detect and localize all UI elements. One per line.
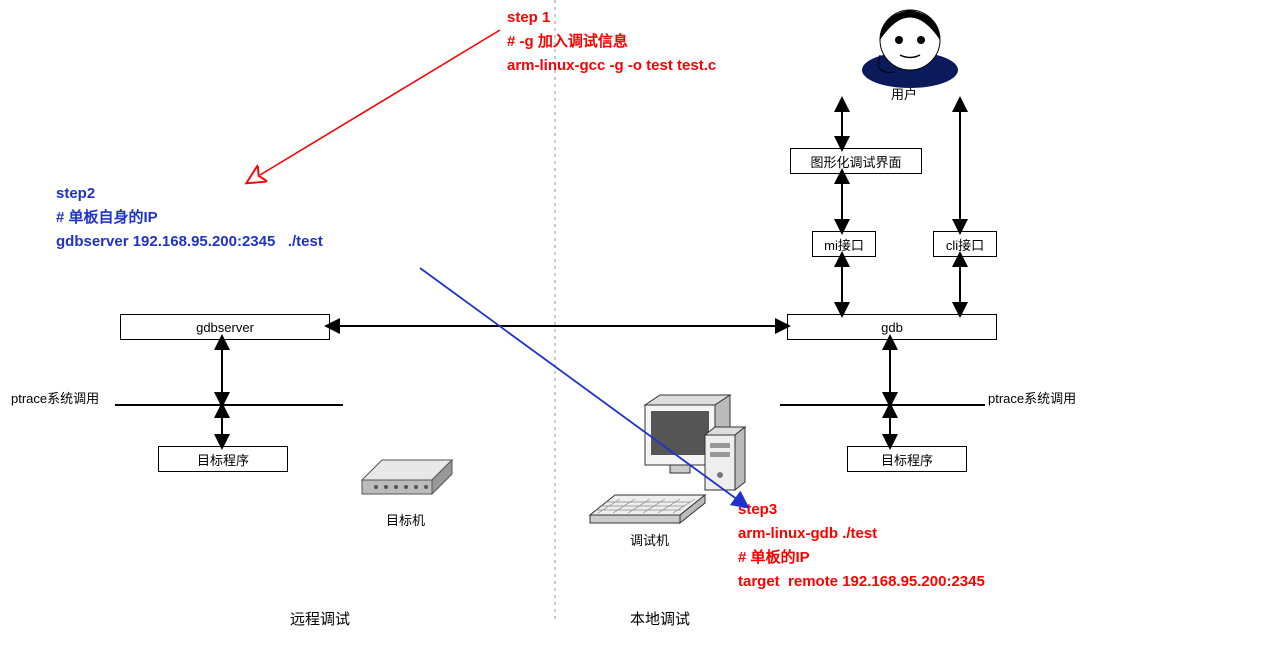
annotation-arrows bbox=[0, 0, 1269, 657]
